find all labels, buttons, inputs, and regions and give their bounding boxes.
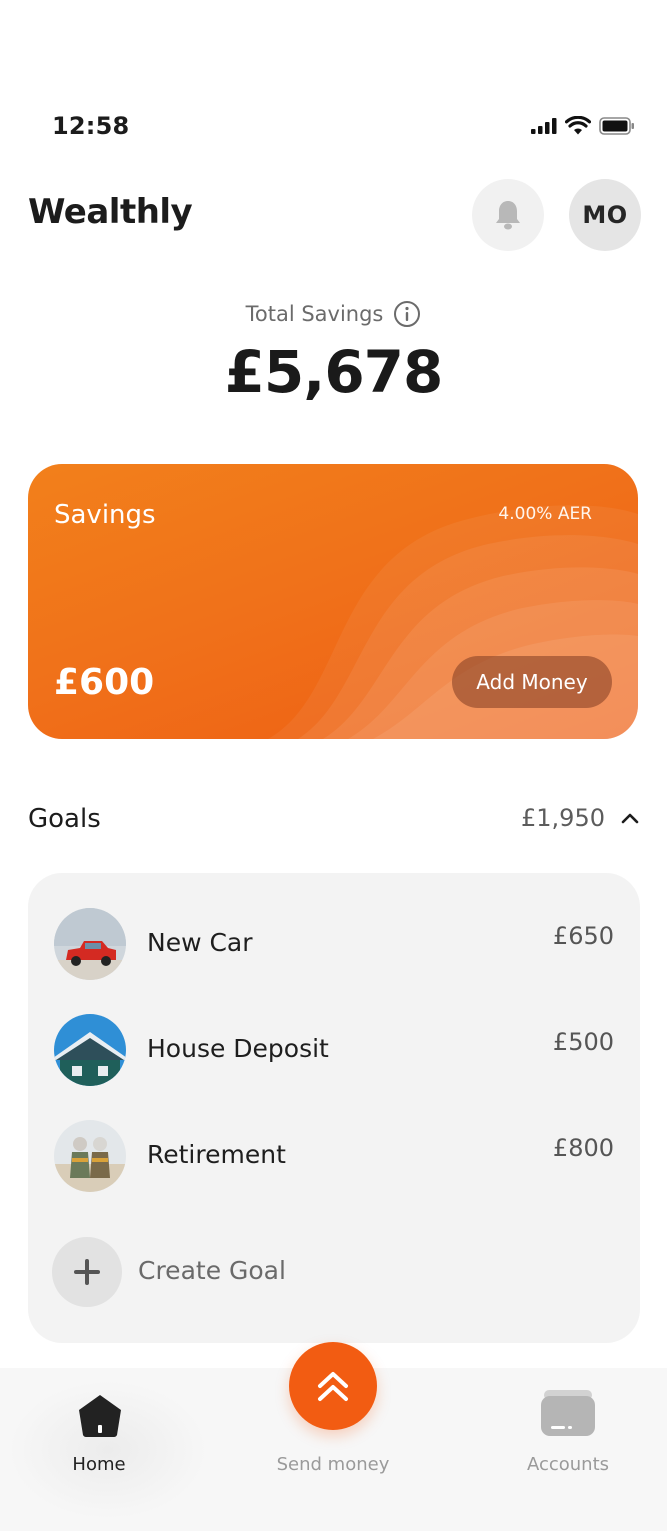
info-icon[interactable] xyxy=(393,300,421,328)
total-savings-label: Total Savings xyxy=(245,302,384,326)
house-photo xyxy=(54,1014,126,1086)
beach-couple-photo xyxy=(54,1120,126,1192)
notifications-button[interactable] xyxy=(472,179,544,251)
create-goal-button[interactable] xyxy=(52,1237,122,1307)
goal-row-new-car[interactable]: New Car £650 xyxy=(54,908,614,980)
savings-card[interactable]: Savings 4.00% AER £600 Add Money xyxy=(28,464,638,739)
goal-name: House Deposit xyxy=(147,1034,329,1063)
savings-card-rate: 4.00% AER xyxy=(498,504,592,524)
double-chevron-up-icon xyxy=(318,1372,348,1401)
card-icon[interactable] xyxy=(541,1390,595,1442)
app-title: Wealthly xyxy=(28,192,193,232)
nav-home-label[interactable]: Home xyxy=(19,1454,179,1475)
goal-name: Retirement xyxy=(147,1140,286,1169)
bell-icon xyxy=(496,201,520,230)
status-icons xyxy=(531,116,635,135)
savings-card-title: Savings xyxy=(54,500,156,530)
car-photo xyxy=(54,908,126,980)
nav-send-money-label[interactable]: Send money xyxy=(253,1454,413,1475)
avatar[interactable]: MO xyxy=(569,179,641,251)
goals-title: Goals xyxy=(28,804,101,834)
nav-accounts-label[interactable]: Accounts xyxy=(488,1454,648,1475)
savings-card-amount: £600 xyxy=(54,662,155,703)
plus-icon xyxy=(74,1259,100,1285)
total-savings-amount: £5,678 xyxy=(224,338,444,406)
goal-amount: £800 xyxy=(552,1134,614,1162)
create-goal-label[interactable]: Create Goal xyxy=(138,1256,286,1285)
chevron-up-icon xyxy=(621,813,639,824)
battery-icon xyxy=(599,116,634,135)
status-time: 12:58 xyxy=(52,112,130,140)
add-money-button[interactable]: Add Money xyxy=(452,656,612,708)
goal-amount: £500 xyxy=(552,1028,614,1056)
goals-total: £1,950 xyxy=(521,804,605,832)
signal-icon xyxy=(531,117,557,134)
wifi-icon xyxy=(565,116,591,135)
send-money-button[interactable] xyxy=(289,1342,377,1430)
goal-amount: £650 xyxy=(552,922,614,950)
goal-row-retirement[interactable]: Retirement £800 xyxy=(54,1120,614,1192)
goal-row-house-deposit[interactable]: House Deposit £500 xyxy=(54,1014,614,1086)
goal-name: New Car xyxy=(147,928,253,957)
goals-toggle[interactable]: £1,950 xyxy=(521,804,639,832)
total-savings-label-row: Total Savings xyxy=(0,300,667,328)
home-icon[interactable] xyxy=(76,1393,124,1443)
